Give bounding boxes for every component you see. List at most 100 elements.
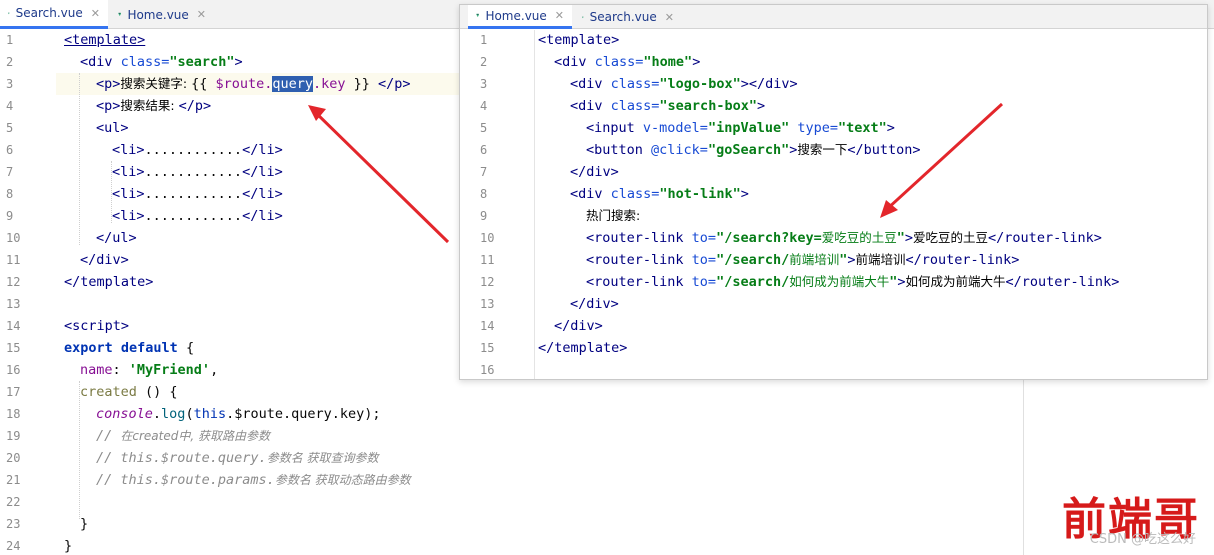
code-token: 爱吃豆的土豆 xyxy=(821,230,897,245)
code-line-21[interactable]: // this.$route.params.参数名 获取动态路由参数 xyxy=(96,469,411,491)
code-token: > xyxy=(886,120,895,136)
template-tag: <template> xyxy=(64,32,146,48)
code-line-15[interactable]: export default { xyxy=(64,337,194,359)
code-token: ............ xyxy=(144,186,243,202)
tab-label: Search.vue xyxy=(15,6,83,20)
close-icon[interactable]: ✕ xyxy=(665,11,674,24)
code-line-8[interactable]: <li>............</li> xyxy=(112,183,283,205)
line-number: 22 xyxy=(6,495,21,509)
close-icon[interactable]: ✕ xyxy=(91,7,100,20)
tab-home-vue[interactable]: Home.vue ✕ xyxy=(468,5,572,29)
selected-text[interactable]: query xyxy=(272,76,314,92)
code-token: </button> xyxy=(847,142,921,158)
code-line-16[interactable]: name: 'MyFriend', xyxy=(80,359,218,381)
code-token: 如何成为前端大牛 xyxy=(905,274,1006,289)
code-token: "home" xyxy=(643,54,693,70)
code-token: ></div> xyxy=(740,76,798,92)
code-token: 'MyFriend' xyxy=(128,362,211,378)
code-line-11[interactable]: </div> xyxy=(80,249,129,271)
code-line-9[interactable]: <li>............</li> xyxy=(112,205,283,227)
vue-file-icon xyxy=(118,12,122,17)
popup-line-6[interactable]: <button @click="goSearch">搜索一下</button> xyxy=(586,139,921,161)
line-number-gutter: 1 2 3 4 5 6 7 8 9 10 11 12 13 14 15 16 1… xyxy=(0,30,56,555)
popup-line-9[interactable]: 热门搜索: xyxy=(586,205,640,227)
code-line-18[interactable]: console.log(this.$route.query.key); xyxy=(96,403,381,425)
popup-line-2[interactable]: <div class="home"> xyxy=(554,51,700,73)
code-token: </li> xyxy=(242,142,283,158)
code-token: <div xyxy=(554,54,595,70)
code-token: <template> xyxy=(538,32,620,48)
popup-line-number-gutter: 1 2 3 4 5 6 7 8 9 10 11 12 13 14 15 16 xyxy=(460,30,535,379)
tab-home-vue[interactable]: Home.vue ✕ xyxy=(110,0,214,29)
code-line-2[interactable]: <div class="search"> xyxy=(80,51,243,73)
code-line-20[interactable]: // this.$route.query.参数名 获取查询参数 xyxy=(96,447,379,469)
code-line-4[interactable]: <p>搜索结果: </p> xyxy=(96,95,211,117)
code-token: ............ xyxy=(144,142,243,158)
code-line-7[interactable]: <li>............</li> xyxy=(112,161,283,183)
code-line-3[interactable]: <p>搜索关键字: {{ $route.query.key }} </p> xyxy=(96,73,411,95)
code-token: "inpValue" xyxy=(707,120,790,136)
line-number: 6 xyxy=(480,143,488,157)
code-line-24[interactable]: } xyxy=(64,535,72,555)
code-token: > xyxy=(234,54,243,70)
tab-search-vue[interactable]: Search.vue ✕ xyxy=(0,0,108,29)
code-token: "search" xyxy=(169,54,235,70)
code-token: name xyxy=(80,362,113,378)
tab-search-vue[interactable]: Search.vue ✕ xyxy=(574,5,682,29)
line-number: 16 xyxy=(480,363,495,377)
home-vue-popup-editor: Home.vue ✕ Search.vue ✕ 1 2 3 4 5 6 7 8 … xyxy=(459,4,1208,380)
line-number: 7 xyxy=(6,165,14,179)
popup-line-14[interactable]: </div> xyxy=(554,315,603,337)
code-token: "text" xyxy=(838,120,887,136)
line-number: 3 xyxy=(6,77,14,91)
code-line-6[interactable]: <li>............</li> xyxy=(112,139,283,161)
popup-line-5[interactable]: <input v-model="inpValue" type="text"> xyxy=(586,117,895,139)
popup-line-13[interactable]: </div> xyxy=(570,293,619,315)
code-token: type= xyxy=(789,120,838,136)
code-token: <button xyxy=(586,142,652,158)
line-number: 3 xyxy=(480,77,488,91)
code-line-5[interactable]: <ul> xyxy=(96,117,129,139)
code-line-17[interactable]: created () { xyxy=(80,381,178,403)
code-token: > xyxy=(692,54,701,70)
code-token: </p> xyxy=(378,76,411,92)
popup-line-7[interactable]: </div> xyxy=(570,161,619,183)
popup-line-1[interactable]: <template> xyxy=(538,29,619,51)
line-number: 18 xyxy=(6,407,21,421)
popup-line-4[interactable]: <div class="search-box"> xyxy=(570,95,765,117)
popup-line-11[interactable]: <router-link to="/search/前端培训">前端培训</rou… xyxy=(586,249,1019,271)
code-token: > xyxy=(847,252,856,268)
code-token: } xyxy=(80,516,89,532)
code-token: $route. xyxy=(215,76,273,92)
line-number: 7 xyxy=(480,165,488,179)
tab-label: Home.vue xyxy=(485,8,547,23)
code-token: () { xyxy=(136,384,178,400)
right-margin-line xyxy=(1023,380,1024,555)
code-token: "/search/ xyxy=(716,274,790,290)
line-number: 10 xyxy=(480,231,495,245)
popup-line-15[interactable]: </template> xyxy=(538,337,627,359)
close-icon[interactable]: ✕ xyxy=(197,8,206,21)
code-token: to= xyxy=(691,274,717,290)
popup-line-8[interactable]: <div class="hot-link"> xyxy=(570,183,749,205)
popup-tab-bar: Home.vue ✕ Search.vue ✕ xyxy=(460,5,1207,29)
code-token: </div> xyxy=(554,318,603,334)
code-line-12[interactable]: </template> xyxy=(64,271,153,293)
code-line-14[interactable]: <script> xyxy=(64,315,129,337)
code-token: </div> xyxy=(570,296,619,312)
popup-line-10[interactable]: <router-link to="/search?key=爱吃豆的土豆">爱吃豆… xyxy=(586,227,1102,249)
popup-line-12[interactable]: <router-link to="/search/如何成为前端大牛">如何成为前… xyxy=(586,271,1119,293)
code-line-10[interactable]: </ul> xyxy=(96,227,137,249)
line-number: 4 xyxy=(6,99,14,113)
close-icon[interactable]: ✕ xyxy=(555,9,564,22)
popup-line-3[interactable]: <div class="logo-box"></div> xyxy=(570,73,798,95)
code-line-1[interactable]: <template> xyxy=(64,29,145,51)
code-line-23[interactable]: } xyxy=(80,513,88,535)
code-comment: // xyxy=(96,428,121,444)
code-line-19[interactable]: // 在created中, 获取路由参数 xyxy=(96,425,270,447)
code-token: "hot-link" xyxy=(659,186,741,202)
line-number: 14 xyxy=(480,319,495,333)
code-token: 热门搜索: xyxy=(586,208,641,223)
code-token: > xyxy=(740,186,749,202)
code-token: : xyxy=(112,362,129,378)
